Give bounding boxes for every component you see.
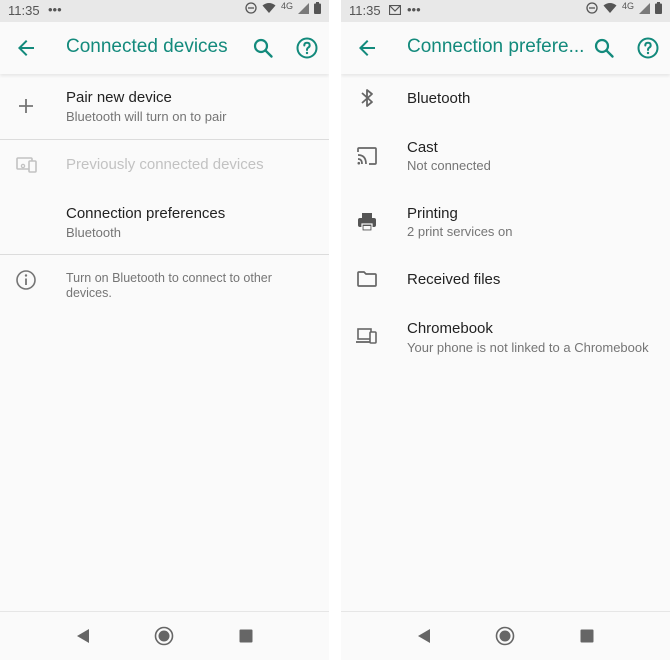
back-arrow-icon[interactable] [14, 36, 38, 60]
chromebook-icon [355, 324, 379, 348]
help-icon[interactable] [295, 36, 319, 60]
info-text-line-2: devices. [66, 286, 112, 300]
connection-preferences-item[interactable]: Connection preferences Bluetooth [0, 192, 329, 252]
battery-icon [314, 2, 321, 14]
navigation-bar [0, 611, 329, 660]
nav-recents-icon[interactable] [577, 626, 597, 646]
cast-icon [355, 144, 379, 168]
status-icons: 4G [586, 0, 662, 14]
previously-connected-devices-item: Previously connected devices [0, 140, 329, 188]
printing-item[interactable]: Printing 2 print services on [341, 192, 670, 252]
signal-icon [639, 2, 650, 14]
info-icon [14, 268, 38, 292]
network-type-label: 4G [280, 0, 293, 11]
bluetooth-info-footer: Turn on Bluetooth to connect to other de… [0, 262, 329, 312]
nav-back-icon[interactable] [74, 626, 94, 646]
gmail-notification-icon [389, 5, 401, 15]
devices-icon [15, 153, 39, 177]
connection-preferences-subtitle: Bluetooth [66, 225, 121, 240]
page-title: Connected devices [66, 36, 228, 57]
wifi-icon [603, 3, 617, 13]
section-divider [0, 254, 329, 255]
received-files-item[interactable]: Received files [341, 256, 670, 302]
app-toolbar: Connected devices [0, 22, 329, 74]
pair-new-device-subtitle: Bluetooth will turn on to pair [66, 109, 227, 124]
chromebook-item[interactable]: Chromebook Your phone is not linked to a… [341, 306, 670, 366]
wifi-icon [262, 3, 276, 13]
connected-devices-screen: 11:35 ••• 4G Connected devices Pair new … [0, 0, 329, 660]
app-toolbar: Connection prefere... [341, 22, 670, 74]
bluetooth-icon [355, 86, 379, 110]
connection-preferences-label: Connection preferences [66, 205, 226, 222]
nav-home-icon[interactable] [154, 626, 174, 646]
previously-connected-devices-label: Previously connected devices [66, 156, 264, 173]
battery-icon [655, 2, 662, 14]
search-icon[interactable] [252, 37, 274, 59]
dnd-icon [586, 2, 598, 14]
network-type-label: 4G [621, 0, 634, 11]
signal-icon [298, 2, 309, 14]
info-text-line-1: Turn on Bluetooth to connect to other [66, 271, 272, 285]
status-time: 11:35 [349, 3, 381, 18]
nav-back-icon[interactable] [415, 626, 435, 646]
navigation-bar [341, 611, 670, 660]
cast-item[interactable]: Cast Not connected [341, 126, 670, 186]
printing-status: 2 print services on [407, 224, 513, 239]
status-icons: 4G [245, 0, 321, 14]
folder-icon [355, 267, 379, 291]
pair-new-device-label: Pair new device [66, 89, 172, 106]
plus-icon [14, 94, 38, 118]
status-notification-dots: ••• [407, 2, 421, 17]
nav-recents-icon[interactable] [236, 626, 256, 646]
received-files-label: Received files [407, 271, 501, 288]
bluetooth-label: Bluetooth [407, 90, 471, 107]
status-time: 11:35 [8, 3, 40, 18]
printing-label: Printing [407, 205, 458, 222]
pair-new-device-item[interactable]: Pair new device Bluetooth will turn on t… [0, 76, 329, 138]
chromebook-label: Chromebook [407, 320, 493, 337]
search-icon[interactable] [593, 37, 615, 59]
cast-status: Not connected [407, 158, 491, 173]
help-icon[interactable] [636, 36, 660, 60]
dnd-icon [245, 2, 257, 14]
nav-home-icon[interactable] [495, 626, 515, 646]
connection-preferences-screen: 11:35 ••• 4G Connection prefere... Bluet… [341, 0, 670, 660]
status-bar: 11:35 ••• 4G [341, 0, 670, 22]
chromebook-status: Your phone is not linked to a Chromebook [407, 340, 649, 355]
status-bar: 11:35 ••• 4G [0, 0, 329, 22]
page-title: Connection prefere... [407, 36, 583, 57]
status-notification-dots: ••• [48, 2, 62, 17]
bluetooth-item[interactable]: Bluetooth [341, 76, 670, 122]
cast-label: Cast [407, 139, 438, 156]
printer-icon [355, 210, 379, 234]
back-arrow-icon[interactable] [355, 36, 379, 60]
